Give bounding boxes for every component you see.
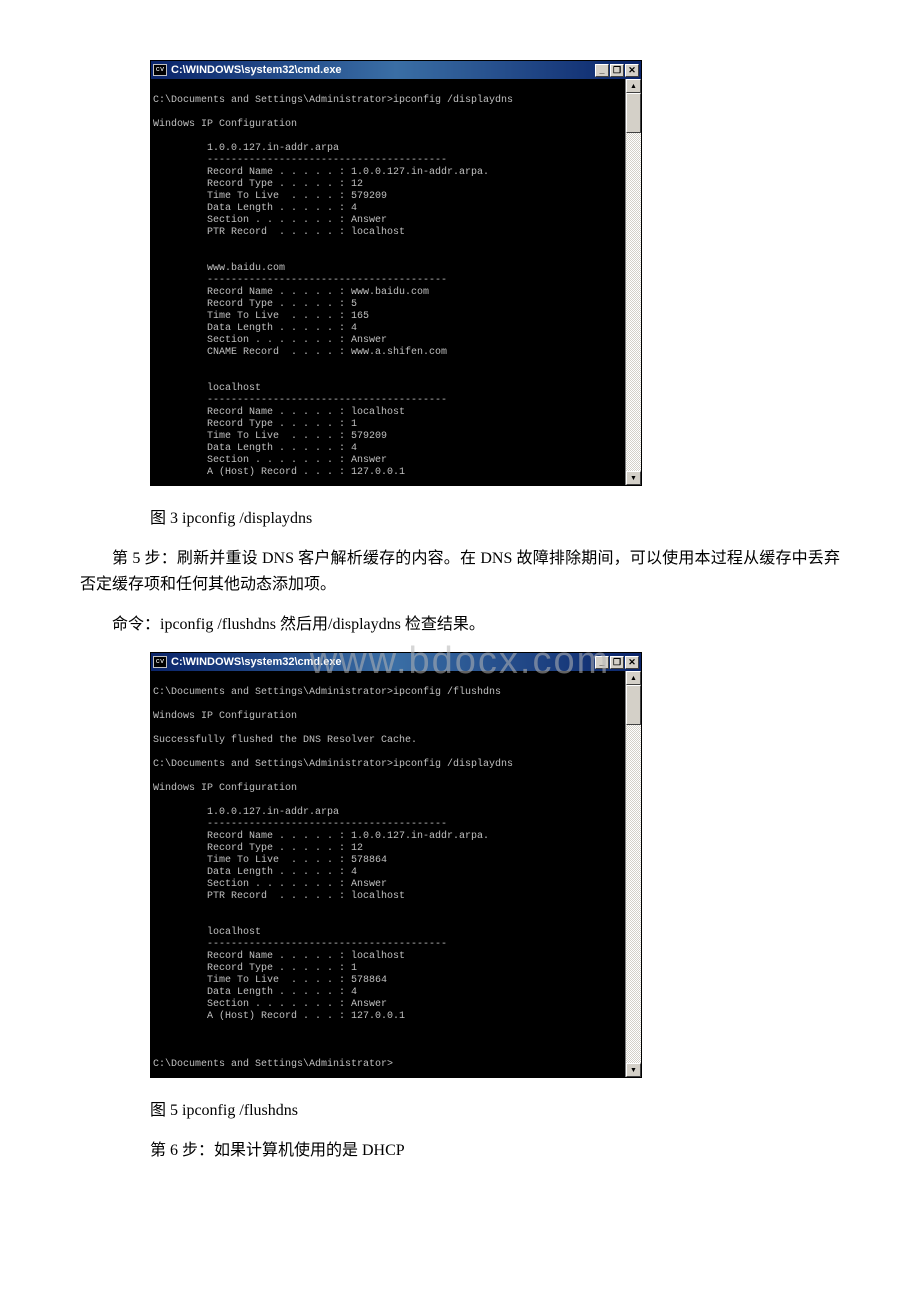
window-title: C:\WINDOWS\system32\cmd.exe: [171, 64, 342, 76]
cmd-icon: cv: [153, 64, 167, 76]
close-button[interactable]: ✕: [625, 64, 639, 77]
scroll-up-icon[interactable]: ▲: [626, 671, 641, 685]
titlebar: cv C:\WINDOWS\system32\cmd.exe _ ❐ ✕: [151, 653, 641, 671]
scrollbar[interactable]: ▲ ▼: [625, 671, 641, 1077]
scroll-thumb[interactable]: [626, 685, 641, 725]
window-buttons: _ ❐ ✕: [595, 64, 639, 77]
step5-paragraph: 第 5 步：刷新并重设 DNS 客户解析缓存的内容。在 DNS 故障排除期间，可…: [80, 546, 840, 598]
figure-caption-3: 图 3 ipconfig /displaydns: [150, 504, 840, 528]
minimize-button[interactable]: _: [595, 64, 609, 77]
terminal-output: C:\Documents and Settings\Administrator>…: [151, 79, 625, 485]
scroll-down-icon[interactable]: ▼: [626, 1063, 641, 1077]
maximize-button[interactable]: ❐: [610, 64, 624, 77]
scroll-track[interactable]: [626, 93, 641, 471]
scroll-track[interactable]: [626, 685, 641, 1063]
terminal-output: C:\Documents and Settings\Administrator>…: [151, 671, 625, 1077]
command-paragraph: 命令：ipconfig /flushdns 然后用/displaydns 检查结…: [80, 612, 840, 638]
window-buttons: _ ❐ ✕: [595, 656, 639, 669]
titlebar: cv C:\WINDOWS\system32\cmd.exe _ ❐ ✕: [151, 61, 641, 79]
figure-caption-5: 图 5 ipconfig /flushdns: [150, 1096, 840, 1120]
scroll-up-icon[interactable]: ▲: [626, 79, 641, 93]
scroll-down-icon[interactable]: ▼: [626, 471, 641, 485]
cmd-window-2: cv C:\WINDOWS\system32\cmd.exe _ ❐ ✕ C:\…: [150, 652, 642, 1078]
scrollbar[interactable]: ▲ ▼: [625, 79, 641, 485]
close-button[interactable]: ✕: [625, 656, 639, 669]
cmd-icon: cv: [153, 656, 167, 668]
step6-paragraph: 第 6 步：如果计算机使用的是 DHCP: [150, 1138, 840, 1164]
window-title: C:\WINDOWS\system32\cmd.exe: [171, 656, 342, 668]
cmd-window-1: cv C:\WINDOWS\system32\cmd.exe _ ❐ ✕ C:\…: [150, 60, 642, 486]
maximize-button[interactable]: ❐: [610, 656, 624, 669]
scroll-thumb[interactable]: [626, 93, 641, 133]
minimize-button[interactable]: _: [595, 656, 609, 669]
